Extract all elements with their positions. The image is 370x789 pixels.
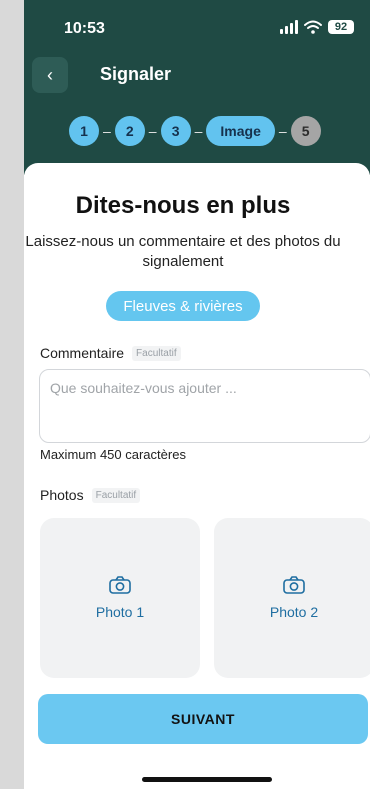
category-badge: Fleuves & rivières [106,291,260,321]
step-image-current: Image [206,116,275,146]
header-bar: 10:53 92 ‹ Signaler 1 – 2 – 3 – Image – … [24,0,370,175]
step-separator: – [103,123,111,139]
wifi-icon [304,20,322,34]
home-indicator [142,777,272,782]
signal-icon [280,20,298,34]
step-1: 1 [69,116,99,146]
step-separator: – [148,123,157,139]
photos-label: Photos [40,487,84,503]
battery-indicator: 92 [328,20,354,34]
comment-placeholder: Que souhaitez-vous ajouter ... [50,380,237,396]
back-button[interactable]: ‹ [32,57,68,93]
comment-label: Commentaire [40,345,125,361]
page-heading: Dites-nous en plus [75,192,291,219]
progress-stepper: 1 – 2 – 3 – Image – 5 [69,116,321,146]
step-2: 2 [114,116,145,146]
optional-tag: Facultatif [91,487,141,503]
step-separator: – [278,123,287,139]
next-button[interactable]: SUIVANT [38,694,368,744]
comment-label-row: Commentaire Facultatif [40,345,181,361]
photo-1-label: Photo 1 [95,604,145,620]
status-time: 10:53 [64,20,105,37]
optional-tag: Facultatif [132,345,181,361]
chevron-left-icon: ‹ [47,64,53,85]
screen-title: Signaler [100,64,172,84]
comment-help-text: Maximum 450 caractères [40,447,186,462]
step-3: 3 [160,116,191,146]
camera-icon [283,576,305,594]
photo-slot-1[interactable]: Photo 1 [40,518,200,678]
camera-icon [109,576,131,594]
step-separator: – [194,123,203,139]
photos-label-row: Photos Facultatif [40,487,141,503]
photo-slot-2[interactable]: Photo 2 [214,518,370,678]
step-5: 5 [290,116,321,146]
comment-textarea[interactable]: Que souhaitez-vous ajouter ... [39,369,370,443]
status-bar: 10:53 92 [24,18,370,42]
photo-2-label: Photo 2 [269,604,319,620]
page-subtitle: Laissez-nous un commentaire et des photo… [25,233,341,270]
status-icons: 92 [280,20,354,34]
